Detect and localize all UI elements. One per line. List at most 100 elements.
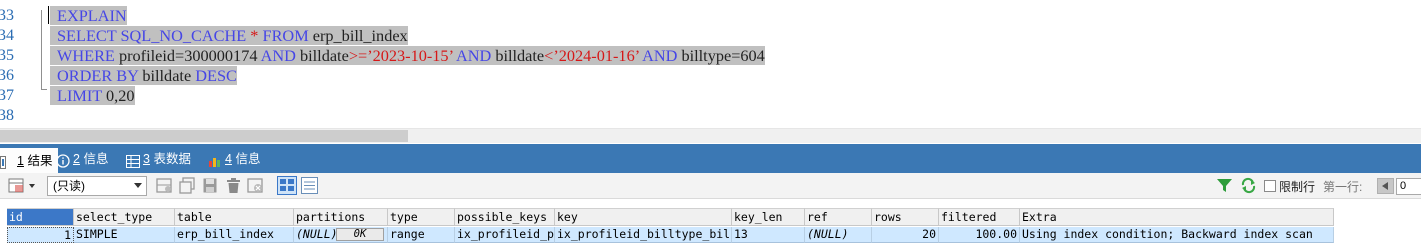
- code-line-where[interactable]: WHERE profileid=300000174 AND billdate>=…: [50, 46, 765, 66]
- info-icon: [56, 153, 70, 168]
- tab-number: 2: [73, 152, 80, 166]
- column-header-extra[interactable]: Extra: [1020, 208, 1334, 226]
- column-header-table[interactable]: table: [175, 208, 294, 226]
- column-header-id[interactable]: id: [7, 208, 74, 226]
- first-row-input[interactable]: 0: [1396, 178, 1421, 195]
- sql-keyword: FROM: [262, 26, 313, 45]
- cell-type[interactable]: range: [388, 227, 455, 243]
- sql-token: 0,20: [106, 86, 135, 105]
- sql-token: 604: [740, 46, 765, 65]
- fold-end-marker: [41, 89, 47, 90]
- readonly-mode-select[interactable]: (只读): [47, 176, 147, 196]
- sql-string: ’2023-10-15’: [367, 46, 456, 65]
- sql-keyword: SQL_NO_CACHE: [120, 26, 251, 45]
- cell-value-button[interactable]: 0K: [336, 228, 384, 241]
- export-dropdown-button[interactable]: [6, 177, 36, 194]
- line-number: 35: [0, 47, 14, 64]
- duplicate-row-icon[interactable]: [179, 177, 196, 194]
- tab-info[interactable]: 2 信息: [56, 148, 108, 170]
- tab-number: 4: [225, 152, 232, 166]
- sql-token: =: [175, 46, 185, 65]
- sql-keyword: EXPLAIN: [57, 6, 127, 25]
- line-number-gutter: 33 34 35 36 37 38: [0, 0, 14, 128]
- cell-id[interactable]: 1: [7, 227, 74, 243]
- cell-table[interactable]: erp_bill_index: [175, 227, 294, 243]
- tab-result[interactable]: 1 结果: [0, 148, 59, 173]
- cell-possible-keys[interactable]: ix_profileid_p: [455, 227, 555, 243]
- sql-token: =: [731, 46, 741, 65]
- mode-select-value: (只读): [53, 179, 85, 193]
- code-line-limit[interactable]: LIMIT 0,20: [50, 86, 135, 106]
- tab-number: 1: [17, 153, 24, 168]
- selected-text: ORDER BY billdate DESC: [50, 66, 237, 85]
- column-header-select-type[interactable]: select_type: [74, 208, 175, 226]
- column-header-partitions[interactable]: partitions: [294, 208, 388, 226]
- grid-view-icon[interactable]: [277, 176, 297, 195]
- code-line-explain[interactable]: EXPLAIN: [50, 6, 127, 26]
- result-grid-icon: [0, 154, 13, 169]
- column-header-type[interactable]: type: [388, 208, 455, 226]
- selected-text: SELECT SQL_NO_CACHE * FROM erp_bill_inde…: [50, 26, 408, 45]
- editor-horizontal-scrollbar[interactable]: [0, 128, 1421, 143]
- line-number: 38: [0, 107, 14, 124]
- info-chart-icon: [208, 153, 221, 167]
- code-line-select[interactable]: SELECT SQL_NO_CACHE * FROM erp_bill_inde…: [50, 26, 408, 46]
- insert-row-icon[interactable]: [156, 177, 173, 194]
- sql-token: billdate: [142, 66, 196, 85]
- delete-icon[interactable]: [225, 177, 242, 194]
- sql-token: *: [250, 26, 263, 45]
- sql-keyword: ORDER BY: [57, 66, 143, 85]
- sql-keyword: LIMIT: [57, 86, 106, 105]
- cell-select-type[interactable]: SIMPLE: [74, 227, 175, 243]
- refresh-icon[interactable]: [1240, 177, 1257, 194]
- sql-token: 300000174: [184, 46, 261, 65]
- column-header-ref[interactable]: ref: [805, 208, 872, 226]
- column-header-possible-keys[interactable]: possible_keys: [455, 208, 555, 226]
- sql-keyword: WHERE: [57, 46, 119, 65]
- tab-label: 信息: [83, 152, 109, 166]
- cell-rows[interactable]: 20: [872, 227, 939, 243]
- column-header-key-len[interactable]: key_len: [732, 208, 805, 226]
- sql-string: ’2024-01-16’: [553, 46, 643, 65]
- selected-text: EXPLAIN: [50, 6, 127, 25]
- column-header-filtered[interactable]: filtered: [939, 208, 1020, 226]
- limit-rows-checkbox[interactable]: [1264, 180, 1276, 192]
- cell-key-len[interactable]: 13: [732, 227, 805, 243]
- table-data-icon: [126, 153, 140, 168]
- sql-keyword: AND: [260, 46, 300, 65]
- form-view-icon[interactable]: [300, 176, 319, 195]
- save-icon[interactable]: [202, 177, 219, 194]
- text-caret: [48, 6, 49, 24]
- tab-table-data[interactable]: 3 表数据: [126, 148, 191, 170]
- sql-token: billdate: [495, 46, 545, 65]
- tab-label: 结果: [27, 153, 53, 168]
- cell-extra[interactable]: Using index condition; Backward index sc…: [1020, 227, 1334, 243]
- sql-token: <: [544, 46, 554, 65]
- previous-page-button[interactable]: [1377, 178, 1394, 194]
- cancel-changes-icon[interactable]: [247, 177, 264, 194]
- column-header-rows[interactable]: rows: [872, 208, 939, 226]
- cell-ref[interactable]: (NULL): [805, 227, 872, 243]
- cell-partitions[interactable]: (NULL) 0K: [294, 227, 388, 243]
- sql-keyword: DESC: [195, 66, 237, 85]
- line-number: 36: [0, 67, 14, 84]
- sql-token: profileid: [118, 46, 176, 65]
- sql-editor[interactable]: 33 34 35 36 37 38 EXPLAIN SELECT SQL_NO_…: [0, 0, 1421, 128]
- code-line-order-by[interactable]: ORDER BY billdate DESC: [50, 66, 237, 86]
- cell-key[interactable]: ix_profileid_billtype_bil: [555, 227, 732, 243]
- filter-icon[interactable]: [1216, 177, 1233, 194]
- null-value: (NULL): [296, 227, 338, 241]
- tab-number: 3: [143, 152, 150, 166]
- column-header-key[interactable]: key: [555, 208, 732, 226]
- line-number: 34: [0, 27, 14, 44]
- cell-filtered[interactable]: 100.00: [939, 227, 1020, 243]
- sql-token: billtype: [681, 46, 732, 65]
- tab-info-2[interactable]: 4 信息: [208, 148, 260, 170]
- line-number: 37: [0, 87, 14, 104]
- scrollbar-thumb[interactable]: [0, 130, 408, 142]
- selected-text: LIMIT 0,20: [50, 86, 135, 105]
- chevron-down-icon: [134, 183, 142, 188]
- fold-marker[interactable]: [41, 10, 42, 90]
- limit-rows-label: 限制行: [1279, 180, 1316, 194]
- tab-label: 信息: [235, 152, 261, 166]
